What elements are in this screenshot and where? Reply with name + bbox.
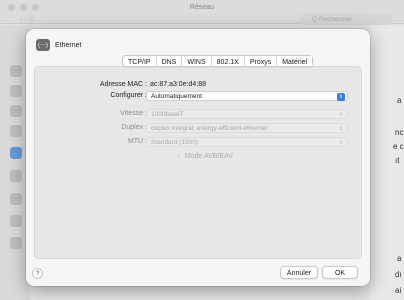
tab-materiel[interactable]: Matériel: [277, 56, 313, 66]
duplex-label: Duplex :: [121, 124, 147, 131]
checkmark-icon: ✓: [176, 153, 182, 160]
cancel-button[interactable]: Annuler: [280, 266, 318, 279]
ok-button[interactable]: OK: [322, 266, 358, 279]
speed-label: Vitesse :: [120, 110, 147, 117]
duplex-row: Duplex : duplex intégral, energy-efficie…: [26, 123, 370, 133]
chevron-updown-icon: ⇕: [338, 112, 344, 118]
mtu-label: MTU :: [127, 138, 147, 145]
speed-value: 1000baseT: [151, 111, 184, 118]
mtu-select[interactable]: Standard (1500) ⇕: [146, 137, 348, 147]
avb-label: Mode AVB/EAV: [184, 152, 233, 160]
sheet-header: ⟨···⟩ Ethernet: [36, 39, 81, 51]
duplex-value: duplex intégral, energy-efficient-ethern…: [151, 125, 268, 132]
tab-8021x[interactable]: 802.1X: [212, 56, 245, 66]
avb-checkbox[interactable]: ✓ Mode AVB/EAV: [176, 152, 233, 161]
chevron-updown-icon: ⇕: [338, 140, 344, 146]
configure-row: Configurer : Automatiquement ⇕: [26, 91, 370, 101]
speed-select[interactable]: 1000baseT ⇕: [146, 109, 348, 119]
configure-select[interactable]: Automatiquement ⇕: [146, 91, 348, 101]
tab-bar: TCP/IP DNS WINS 802.1X Proxys Matériel: [122, 55, 314, 67]
sheet-title: Ethernet: [55, 41, 82, 49]
ethernet-icon: ⟨···⟩: [36, 39, 50, 51]
mtu-row: MTU : Standard (1500) ⇕: [26, 137, 370, 147]
chevron-updown-icon: ⇕: [338, 126, 344, 132]
ethernet-sheet: ⟨···⟩ Ethernet TCP/IP DNS WINS 802.1X Pr…: [26, 29, 370, 286]
mac-value: ac:87:a3:0e:d4:88: [150, 81, 207, 88]
configure-label: Configurer :: [110, 92, 147, 99]
mtu-value: Standard (1500): [151, 139, 198, 146]
speed-row: Vitesse : 1000baseT ⇕: [26, 109, 370, 119]
duplex-select[interactable]: duplex intégral, energy-efficient-ethern…: [146, 123, 348, 133]
configure-value: Automatiquement: [151, 93, 202, 100]
tab-dns[interactable]: DNS: [157, 56, 183, 66]
tab-tcpip[interactable]: TCP/IP: [123, 56, 157, 66]
mac-label: Adresse MAC :: [99, 81, 147, 88]
tab-proxys[interactable]: Proxys: [245, 56, 278, 66]
help-button[interactable]: ?: [32, 268, 43, 279]
tab-wins[interactable]: WINS: [182, 56, 212, 66]
chevron-updown-icon: ⇕: [337, 93, 345, 101]
mac-row: Adresse MAC : ac:87:a3:0e:d4:88: [26, 80, 370, 90]
